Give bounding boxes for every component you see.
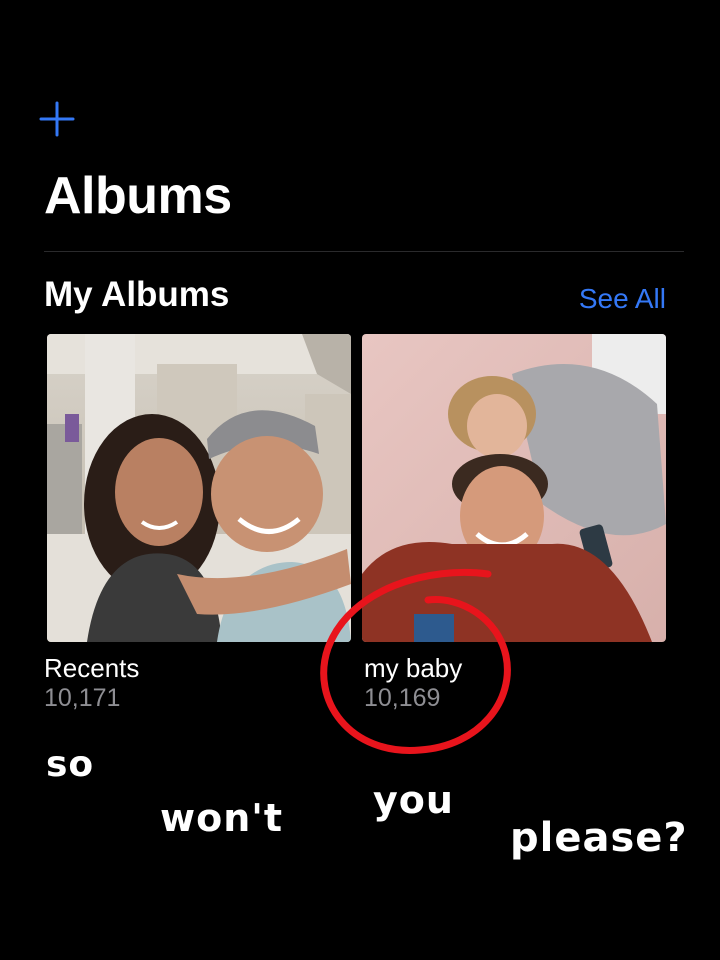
album-name: my baby bbox=[364, 653, 463, 683]
album-card-my-baby[interactable]: my baby 10,169 bbox=[362, 334, 666, 712]
section-title: My Albums bbox=[44, 275, 230, 314]
page-title: Albums bbox=[44, 167, 232, 225]
album-name: Recents bbox=[44, 653, 140, 683]
album-count: 10,171 bbox=[44, 683, 121, 712]
caption-word-4: please? bbox=[510, 815, 688, 861]
add-album-button[interactable] bbox=[38, 100, 76, 138]
see-all-link[interactable]: See All bbox=[579, 283, 666, 315]
caption-word-1: so bbox=[46, 744, 95, 785]
album-thumbnail-my-baby[interactable] bbox=[362, 334, 666, 642]
album-card-recents[interactable]: Recents 10,171 bbox=[44, 334, 351, 712]
divider bbox=[44, 251, 684, 252]
album-count: 10,169 bbox=[364, 683, 441, 712]
album-thumbnail-recents[interactable] bbox=[47, 334, 351, 642]
caption-word-3: you bbox=[373, 778, 454, 822]
caption-word-2: won't bbox=[160, 796, 284, 840]
plus-icon bbox=[39, 101, 75, 137]
